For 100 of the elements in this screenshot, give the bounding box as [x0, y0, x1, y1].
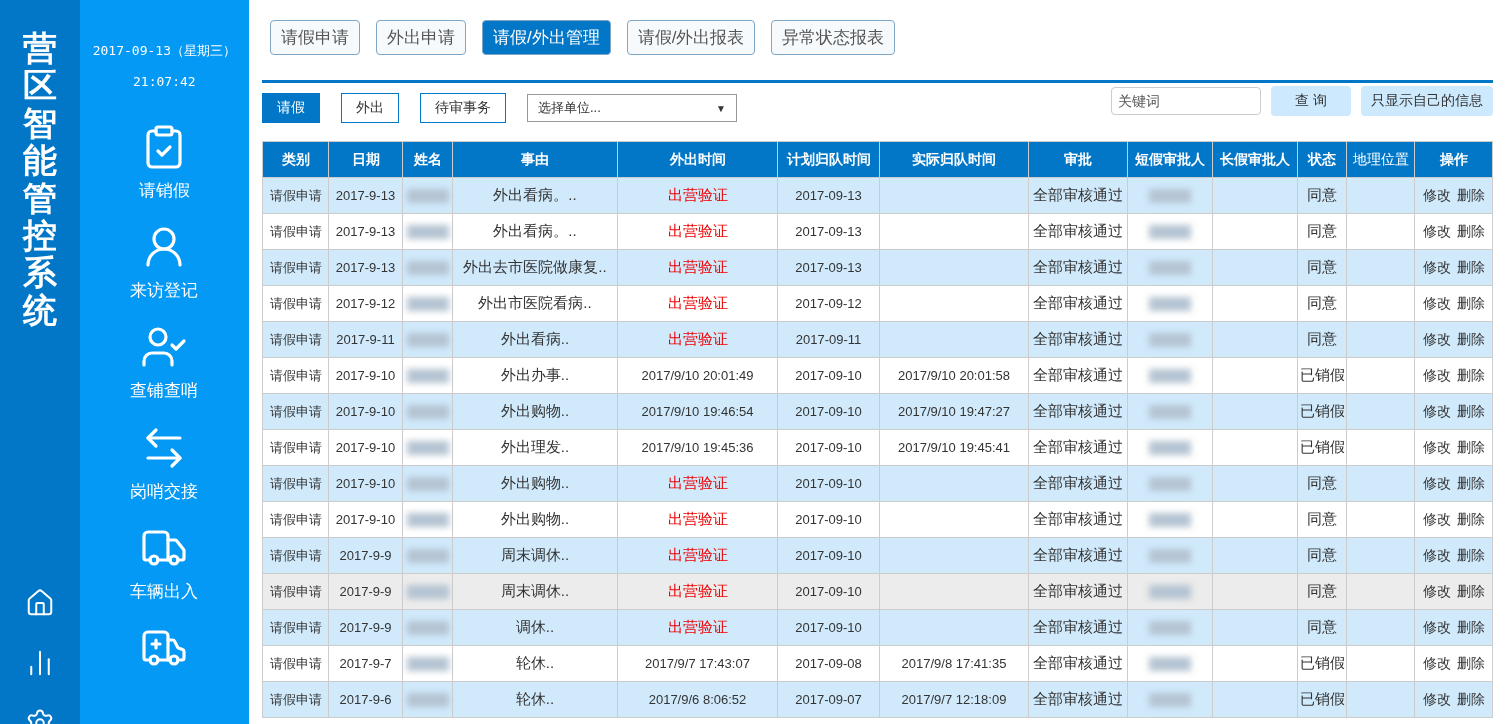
search-button[interactable]: 查 询	[1271, 86, 1351, 116]
table-cell: 请假申请	[262, 285, 329, 322]
action-link[interactable]: 删除	[1456, 690, 1485, 707]
action-link[interactable]: 修改	[1422, 366, 1451, 383]
tab[interactable]: 请假/外出管理	[482, 20, 611, 55]
tab[interactable]: 异常状态报表	[771, 20, 896, 55]
table-cell: 同意	[1297, 609, 1347, 646]
action-link[interactable]: 修改	[1422, 294, 1451, 311]
out-time-text: 2017/9/7 17:43:07	[645, 656, 750, 671]
filter-tab[interactable]: 外出	[341, 93, 399, 123]
blurred-approver	[1149, 512, 1191, 527]
verify-link[interactable]: 出营验证	[667, 474, 728, 491]
column-header: 类别	[262, 141, 329, 178]
blurred-approver	[1149, 548, 1191, 563]
action-link[interactable]: 删除	[1456, 258, 1485, 275]
table-cell: 全部审核通过	[1028, 429, 1128, 466]
table-cell: 全部审核通过	[1028, 537, 1128, 574]
table-cell: 同意	[1297, 249, 1347, 286]
caret-icon: ▼	[716, 102, 726, 114]
action-link[interactable]: 删除	[1456, 510, 1485, 527]
action-link[interactable]: 删除	[1456, 186, 1485, 203]
keyword-field[interactable]: 关键词	[1111, 87, 1261, 115]
table-cell: 2017-09-10	[777, 501, 880, 538]
blurred-name	[406, 224, 449, 239]
blurred-name	[406, 656, 449, 671]
verify-link[interactable]: 出营验证	[667, 582, 728, 599]
action-link[interactable]: 修改	[1422, 222, 1451, 239]
action-link[interactable]: 删除	[1456, 618, 1485, 635]
table-cell: 同意	[1297, 465, 1347, 502]
verify-link[interactable]: 出营验证	[667, 222, 728, 239]
tab[interactable]: 请假/外出报表	[626, 20, 756, 55]
table-cell: 2017-09-13	[777, 249, 880, 286]
table-cell: 2017-9-9	[328, 537, 403, 574]
table-cell: 2017-9-6	[328, 681, 403, 718]
action-link[interactable]: 修改	[1422, 474, 1451, 491]
action-link[interactable]: 删除	[1456, 654, 1485, 671]
action-link[interactable]: 删除	[1456, 582, 1485, 599]
action-link[interactable]: 修改	[1422, 330, 1451, 347]
action-link[interactable]: 修改	[1422, 186, 1451, 203]
verify-link[interactable]: 出营验证	[667, 510, 728, 527]
tab[interactable]: 请假申请	[270, 20, 360, 55]
verify-link[interactable]: 出营验证	[667, 186, 728, 203]
table-cell: 请假申请	[262, 609, 329, 646]
table-cell: 外出购物..	[452, 465, 618, 502]
verify-link[interactable]: 出营验证	[667, 330, 728, 347]
blurred-approver	[1149, 224, 1191, 239]
action-link[interactable]: 删除	[1456, 474, 1485, 491]
action-link[interactable]: 修改	[1422, 582, 1451, 599]
action-link[interactable]: 删除	[1456, 402, 1485, 419]
action-link[interactable]: 修改	[1422, 438, 1451, 455]
filter-tab[interactable]: 请假	[262, 93, 320, 123]
action-link[interactable]: 修改	[1422, 546, 1451, 563]
table-cell: 全部审核通过	[1028, 501, 1128, 538]
column-header: 计划归队时间	[777, 141, 880, 178]
table-cell: 同意	[1297, 537, 1347, 574]
table-cell: 已销假	[1297, 645, 1347, 682]
table-cell: 全部审核通过	[1028, 465, 1128, 502]
action-link[interactable]: 修改	[1422, 510, 1451, 527]
table-cell: 请假申请	[262, 213, 329, 250]
table-cell: 外出去市医院做康复..	[452, 249, 618, 286]
action-link[interactable]: 删除	[1456, 366, 1485, 383]
tab[interactable]: 外出申请	[376, 20, 466, 55]
table-cell: 同意	[1297, 573, 1347, 610]
verify-link[interactable]: 出营验证	[667, 258, 728, 275]
blurred-approver	[1149, 476, 1191, 491]
verify-link[interactable]: 出营验证	[667, 618, 728, 635]
blurred-approver	[1149, 368, 1191, 383]
own-info-button[interactable]: 只显示自己的信息	[1361, 86, 1493, 116]
action-link[interactable]: 删除	[1456, 546, 1485, 563]
column-header: 长假审批人	[1212, 141, 1298, 178]
column-header: 状态	[1297, 141, 1347, 178]
blurred-approver	[1149, 692, 1191, 707]
verify-link[interactable]: 出营验证	[667, 294, 728, 311]
action-link[interactable]: 删除	[1456, 438, 1485, 455]
unit-select[interactable]: 选择单位... ▼	[527, 94, 737, 122]
action-link[interactable]: 删除	[1456, 222, 1485, 239]
table-cell: 同意	[1297, 501, 1347, 538]
verify-link[interactable]: 出营验证	[667, 546, 728, 563]
table-cell: 2017/9/10 19:45:41	[879, 429, 1029, 466]
table-cell: 2017-9-13	[328, 249, 403, 286]
table-cell: 请假申请	[262, 501, 329, 538]
action-link[interactable]: 修改	[1422, 402, 1451, 419]
table-cell: 轮休..	[452, 681, 618, 718]
action-link[interactable]: 修改	[1422, 690, 1451, 707]
column-header: 审批	[1028, 141, 1128, 178]
action-link[interactable]: 修改	[1422, 258, 1451, 275]
out-time-text: 2017/9/10 19:45:36	[641, 440, 754, 455]
action-link[interactable]: 删除	[1456, 330, 1485, 347]
action-link[interactable]: 修改	[1422, 654, 1451, 671]
table-cell: 2017/9/10 19:47:27	[879, 393, 1029, 430]
blurred-name	[406, 188, 449, 203]
action-link[interactable]: 删除	[1456, 294, 1485, 311]
table-cell: 全部审核通过	[1028, 609, 1128, 646]
filter-tab[interactable]: 待审事务	[420, 93, 506, 123]
table-cell: 调休..	[452, 609, 618, 646]
action-link[interactable]: 修改	[1422, 618, 1451, 635]
table-cell: 请假申请	[262, 537, 329, 574]
table-cell: 2017-09-10	[777, 357, 880, 394]
table-cell: 轮休..	[452, 645, 618, 682]
table-cell: 外出办事..	[452, 357, 618, 394]
